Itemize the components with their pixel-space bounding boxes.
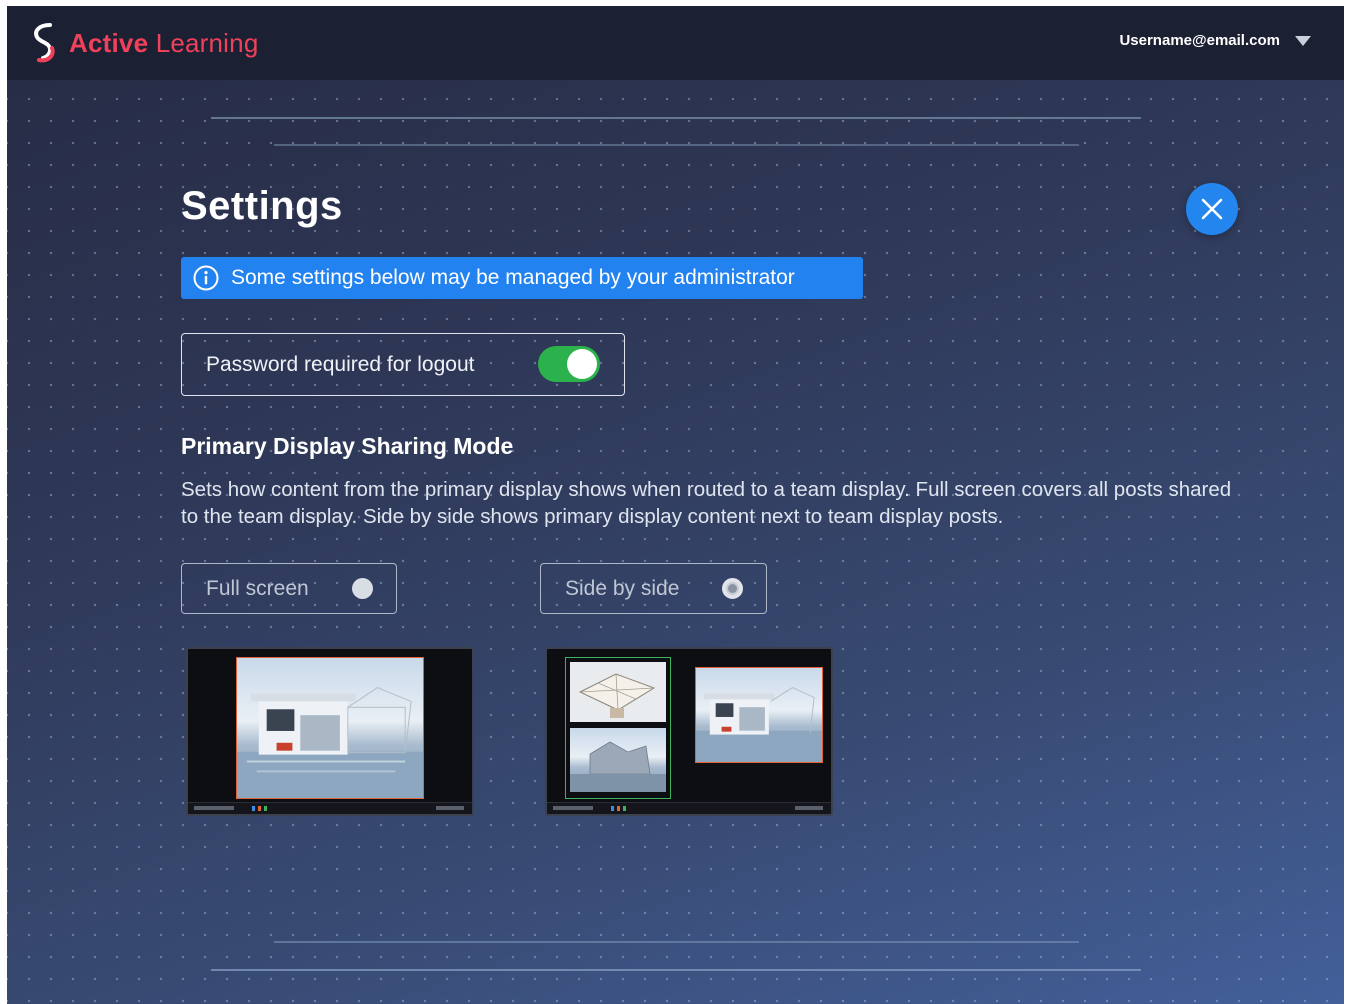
side-by-side-preview[interactable] [545, 647, 833, 816]
preview-status-bar [547, 802, 831, 814]
info-icon [193, 265, 219, 291]
password-required-setting: Password required for logout [181, 333, 625, 396]
decorative-line [211, 969, 1141, 971]
sharing-mode-description: Sets how content from the primary displa… [181, 478, 1232, 528]
logo-icon [34, 23, 55, 63]
full-screen-option[interactable]: Full screen [181, 563, 397, 614]
app-window: Active Learning Username@email.com Setti… [7, 6, 1344, 1004]
full-screen-preview[interactable] [186, 647, 474, 816]
full-screen-label: Full screen [206, 576, 309, 600]
decorative-line [274, 941, 1079, 943]
password-required-toggle[interactable] [538, 346, 600, 382]
floorplan-photo [570, 662, 666, 722]
side-by-side-radio[interactable] [722, 578, 743, 599]
admin-notice-banner: Some settings below may be managed by yo… [181, 257, 863, 299]
admin-notice-text: Some settings below may be managed by yo… [231, 266, 795, 289]
sharing-mode-title: Primary Display Sharing Mode [181, 433, 514, 459]
username-label: Username@email.com [1119, 32, 1280, 49]
brand-logo[interactable]: Active Learning [29, 22, 258, 64]
house-photo [236, 657, 424, 799]
chevron-down-icon [1295, 35, 1311, 46]
page-title: Settings [181, 184, 343, 228]
decorative-line [274, 144, 1079, 146]
primary-display-photo [695, 667, 823, 763]
team-posts-panel [565, 657, 671, 799]
side-by-side-label: Side by side [565, 576, 680, 600]
brand-name-light: Learning [155, 27, 259, 58]
full-screen-radio[interactable] [352, 578, 373, 599]
top-header: Active Learning Username@email.com [7, 6, 1344, 80]
decorative-line [211, 117, 1141, 119]
brand-name: Active Learning [69, 28, 258, 59]
preview-status-bar [188, 802, 472, 814]
close-button[interactable] [1186, 183, 1238, 235]
user-menu[interactable]: Username@email.com [1119, 32, 1312, 49]
password-required-label: Password required for logout [206, 352, 475, 376]
close-icon [1201, 198, 1223, 220]
brand-name-bold: Active [69, 27, 149, 58]
side-by-side-option[interactable]: Side by side [540, 563, 767, 614]
house-render-photo [570, 728, 666, 792]
toggle-knob [567, 349, 597, 379]
